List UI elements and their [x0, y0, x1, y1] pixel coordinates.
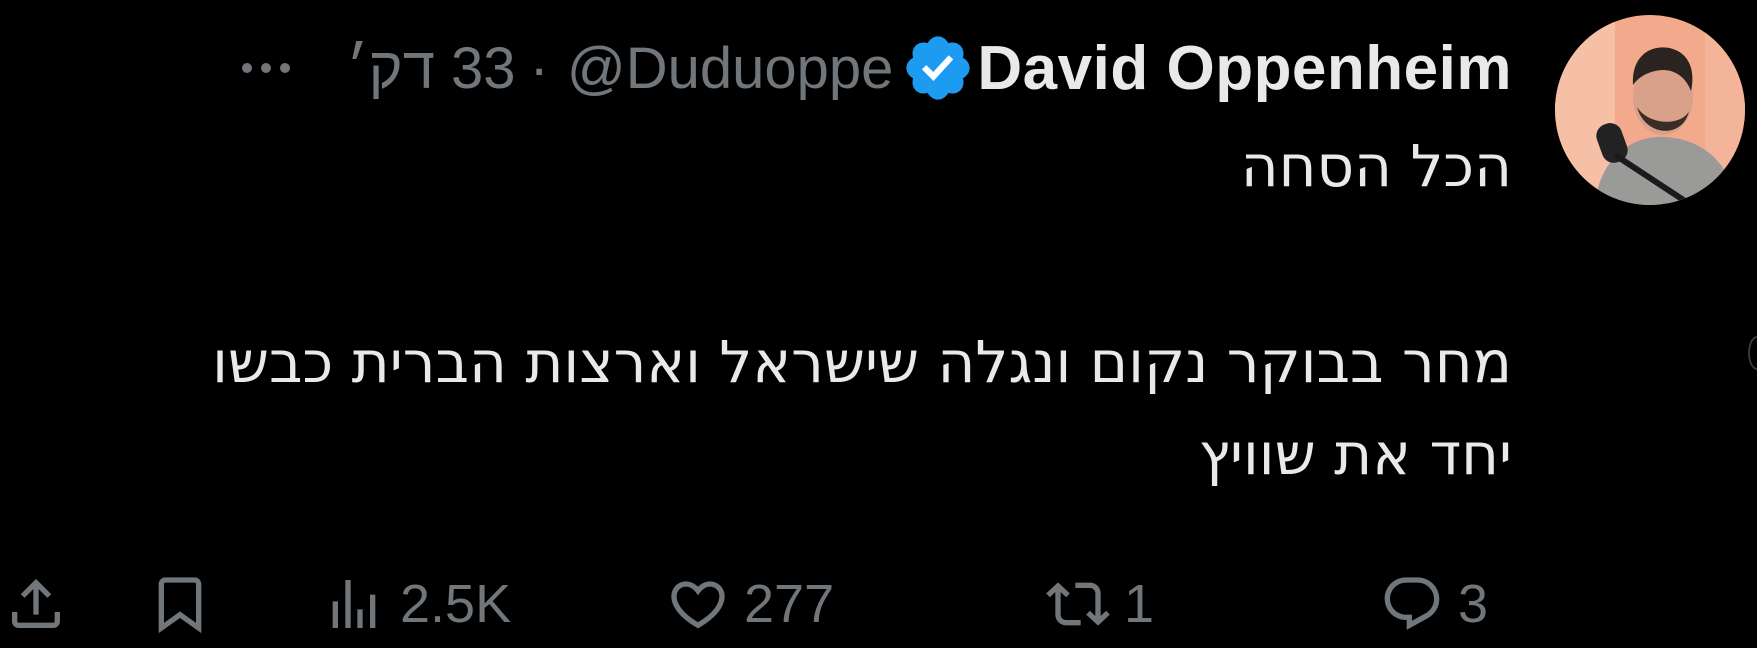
scroll-edge-indicator: [1748, 336, 1757, 370]
avatar-image: [1555, 15, 1745, 205]
share-icon: [12, 578, 60, 628]
retweet-button[interactable]: 1: [1046, 560, 1154, 648]
retweet-icon: [1046, 582, 1110, 626]
more-horizontal-icon[interactable]: [242, 63, 291, 73]
user-handle[interactable]: @Duduoppe: [567, 35, 894, 102]
tweet-text-line: מחר בבוקר נקום ונגלה שישראל וארצות הברית…: [212, 328, 1512, 396]
reply-count: 3: [1458, 574, 1489, 634]
like-count: 277: [744, 574, 835, 634]
views-icon: [332, 580, 376, 628]
tweet-header: David Oppenheim @Duduoppe · 33 דק׳: [242, 28, 1512, 108]
avatar[interactable]: [1555, 15, 1745, 205]
bookmark-icon: [158, 577, 202, 634]
bookmark-button[interactable]: [148, 560, 212, 648]
action-bar: 2.5K 277 1 3: [0, 560, 1757, 648]
reply-icon: [1384, 577, 1440, 630]
reply-button[interactable]: 3: [1380, 560, 1488, 648]
like-button[interactable]: 277: [666, 560, 834, 648]
tweet-text-line: יחד את שוויץ: [1198, 420, 1512, 488]
tweet: David Oppenheim @Duduoppe · 33 דק׳ הכל ה…: [0, 0, 1757, 648]
share-button[interactable]: [4, 560, 68, 648]
retweet-count: 1: [1124, 574, 1155, 634]
heart-icon: [671, 581, 725, 629]
tweet-text-line: הכל הסחה: [1240, 132, 1512, 200]
separator-dot: ·: [529, 35, 549, 101]
verified-badge-icon[interactable]: [901, 31, 975, 105]
timestamp[interactable]: 33 דק׳: [346, 35, 515, 102]
views-count: 2.5K: [400, 574, 512, 634]
display-name[interactable]: David Oppenheim: [977, 33, 1512, 104]
views-button[interactable]: 2.5K: [322, 560, 511, 648]
